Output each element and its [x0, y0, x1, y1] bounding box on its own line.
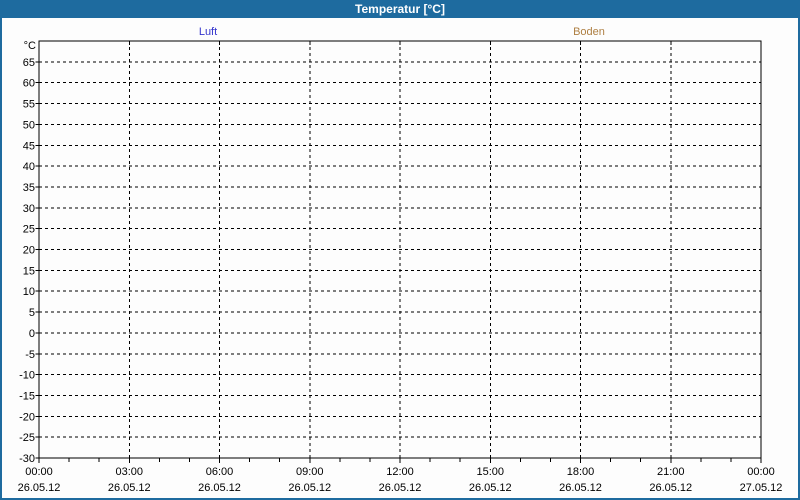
y-tick-label: 25: [23, 224, 35, 236]
y-tick-label: 15: [23, 265, 35, 277]
x-tick-date-label: 26.05.12: [559, 482, 602, 494]
x-tick-date-label: 27.05.12: [740, 482, 783, 494]
x-tick-date-label: 26.05.12: [288, 482, 331, 494]
y-axis-unit-label: °C: [24, 40, 36, 52]
y-tick-label: 5: [29, 307, 35, 319]
y-tick-label: 0: [29, 328, 35, 340]
x-tick-time-label: 18:00: [567, 466, 595, 478]
x-tick-time-label: 12:00: [386, 466, 414, 478]
y-tick-label: -20: [19, 411, 35, 423]
temperature-chart: 65605550454035302520151050-5-10-15-20-25…: [18, 40, 783, 494]
y-tick-label: 45: [23, 140, 35, 152]
y-tick-label: 60: [23, 78, 35, 90]
y-tick-label: -10: [19, 370, 35, 382]
x-tick-time-label: 09:00: [296, 466, 324, 478]
x-tick-time-label: 03:00: [115, 466, 143, 478]
chart-window: Temperatur [°C] Luft Boden 65 60 55 50 45 40 3…: [0, 0, 800, 500]
x-tick-date-label: 26.05.12: [108, 482, 151, 494]
y-tick-label: 40: [23, 161, 35, 173]
y-tick-label: 65: [23, 57, 35, 69]
y-tick-label: 35: [23, 182, 35, 194]
x-tick-date-label: 26.05.12: [18, 482, 61, 494]
x-tick-time-label: 15:00: [476, 466, 504, 478]
y-tick-label: -5: [25, 349, 35, 361]
y-tick-label: -15: [19, 390, 35, 402]
x-tick-time-label: 00:00: [25, 466, 53, 478]
x-tick-date-label: 26.05.12: [379, 482, 422, 494]
x-tick-time-label: 00:00: [747, 466, 775, 478]
y-tick-label: 55: [23, 99, 35, 111]
y-tick-label: -25: [19, 432, 35, 444]
x-tick-time-label: 06:00: [206, 466, 234, 478]
y-tick-label: 30: [23, 203, 35, 215]
y-tick-label: 50: [23, 119, 35, 131]
y-tick-label: 10: [23, 286, 35, 298]
x-tick-date-label: 26.05.12: [649, 482, 692, 494]
x-tick-date-label: 26.05.12: [198, 482, 241, 494]
x-tick-date-label: 26.05.12: [469, 482, 512, 494]
y-tick-label: -30: [19, 453, 35, 465]
x-tick-time-label: 21:00: [657, 466, 685, 478]
y-tick-label: 20: [23, 245, 35, 257]
